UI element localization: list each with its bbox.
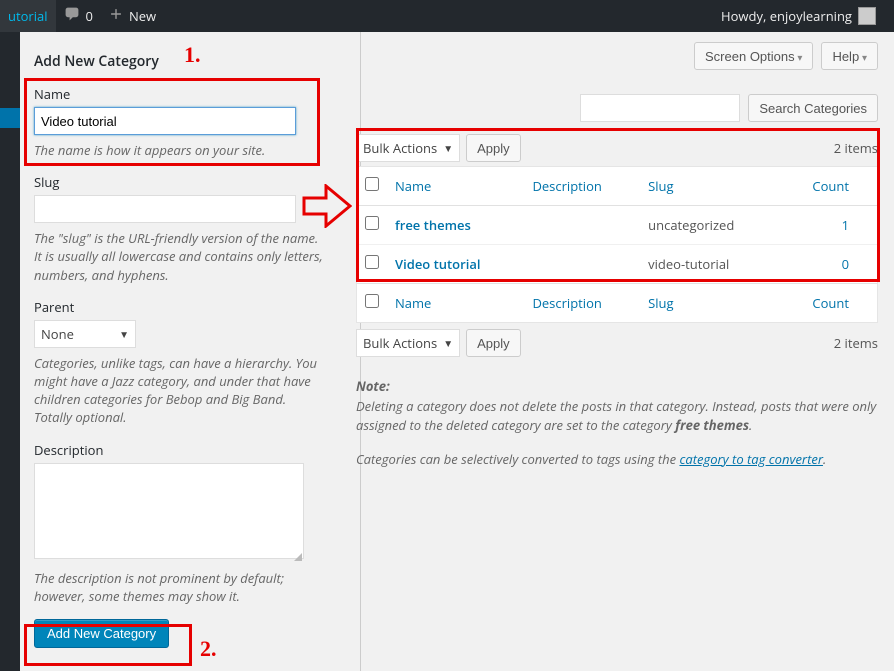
annotation-number-2: 2. bbox=[200, 636, 217, 662]
bulk-actions-select-bottom[interactable]: Bulk Actions ▼ bbox=[356, 329, 460, 357]
adminbar-site-label: utorial bbox=[8, 7, 48, 25]
row-count-link[interactable]: 0 bbox=[842, 255, 849, 273]
adminbar-account[interactable]: Howdy, enjoylearning bbox=[713, 0, 880, 32]
row-description bbox=[524, 206, 640, 245]
table-row: Video tutorial video-tutorial 0 bbox=[357, 245, 878, 284]
slug-input[interactable] bbox=[34, 195, 296, 223]
items-count-bottom: 2 items bbox=[834, 334, 878, 352]
select-all-top[interactable] bbox=[365, 177, 379, 191]
col-name[interactable]: Name bbox=[387, 167, 524, 206]
items-count-top: 2 items bbox=[834, 139, 878, 157]
chevron-down-icon: ▼ bbox=[443, 336, 453, 350]
parent-help: Categories, unlike tags, can have a hier… bbox=[34, 354, 324, 427]
annotation-number-1: 1. bbox=[184, 42, 201, 68]
name-input[interactable] bbox=[34, 107, 296, 135]
form-title: Add New Category bbox=[34, 52, 326, 71]
bulk-label: Bulk Actions bbox=[363, 139, 437, 157]
admin-menu-collapsed bbox=[0, 32, 20, 671]
converter-link[interactable]: category to tag converter bbox=[679, 450, 823, 468]
footer-note: Note: Deleting a category does not delet… bbox=[356, 377, 878, 469]
col-slug[interactable]: Slug bbox=[640, 167, 778, 206]
parent-label: Parent bbox=[34, 298, 326, 316]
col-count-foot[interactable]: Count bbox=[778, 284, 877, 323]
plus-icon bbox=[109, 7, 123, 25]
avatar bbox=[858, 7, 876, 25]
row-slug: video-tutorial bbox=[640, 245, 778, 284]
col-description[interactable]: Description bbox=[524, 167, 640, 206]
howdy-text: Howdy, enjoylearning bbox=[721, 7, 852, 25]
description-label: Description bbox=[34, 441, 326, 459]
name-help: The name is how it appears on your site. bbox=[34, 141, 324, 159]
slug-help: The "slug" is the URL-friendly version o… bbox=[34, 229, 324, 284]
name-label: Name bbox=[34, 85, 326, 103]
parent-select[interactable]: None ▼ bbox=[34, 320, 136, 348]
chevron-down-icon: ▼ bbox=[443, 141, 453, 155]
submit-button[interactable]: Add New Category bbox=[34, 619, 169, 648]
adminbar-comments[interactable]: 0 bbox=[56, 0, 101, 32]
categories-table: Name Description Slug Count free themes … bbox=[356, 166, 878, 323]
search-button[interactable]: Search Categories bbox=[748, 94, 878, 122]
bulk-label: Bulk Actions bbox=[363, 334, 437, 352]
parent-value: None bbox=[41, 325, 74, 343]
row-slug: uncategorized bbox=[640, 206, 778, 245]
row-checkbox[interactable] bbox=[365, 255, 379, 269]
chevron-down-icon: ▼ bbox=[119, 327, 129, 341]
row-name-link[interactable]: free themes bbox=[395, 216, 471, 234]
col-name-foot[interactable]: Name bbox=[387, 284, 524, 323]
bulk-actions-select-top[interactable]: Bulk Actions ▼ bbox=[356, 134, 460, 162]
col-slug-foot[interactable]: Slug bbox=[640, 284, 778, 323]
description-help: The description is not prominent by defa… bbox=[34, 569, 324, 605]
adminbar-new[interactable]: New bbox=[101, 0, 164, 32]
apply-button-top[interactable]: Apply bbox=[466, 134, 521, 162]
adminbar-new-label: New bbox=[129, 7, 156, 25]
col-description-foot[interactable]: Description bbox=[524, 284, 640, 323]
resize-handle-icon[interactable] bbox=[294, 553, 302, 561]
select-all-bottom[interactable] bbox=[365, 294, 379, 308]
row-count-link[interactable]: 1 bbox=[842, 216, 849, 234]
table-row: free themes uncategorized 1 bbox=[357, 206, 878, 245]
adminbar-site-link[interactable]: utorial bbox=[0, 0, 56, 32]
apply-button-bottom[interactable]: Apply bbox=[466, 329, 521, 357]
slug-label: Slug bbox=[34, 173, 326, 191]
comment-icon bbox=[64, 6, 80, 26]
comments-count: 0 bbox=[86, 7, 93, 25]
current-menu-indicator bbox=[0, 108, 20, 128]
search-input[interactable] bbox=[580, 94, 740, 122]
screen-options-button[interactable]: Screen Options bbox=[694, 42, 813, 70]
col-count[interactable]: Count bbox=[778, 167, 877, 206]
row-checkbox[interactable] bbox=[365, 216, 379, 230]
help-button[interactable]: Help bbox=[821, 42, 878, 70]
row-description bbox=[524, 245, 640, 284]
description-textarea[interactable] bbox=[34, 463, 304, 559]
row-name-link[interactable]: Video tutorial bbox=[395, 255, 481, 273]
